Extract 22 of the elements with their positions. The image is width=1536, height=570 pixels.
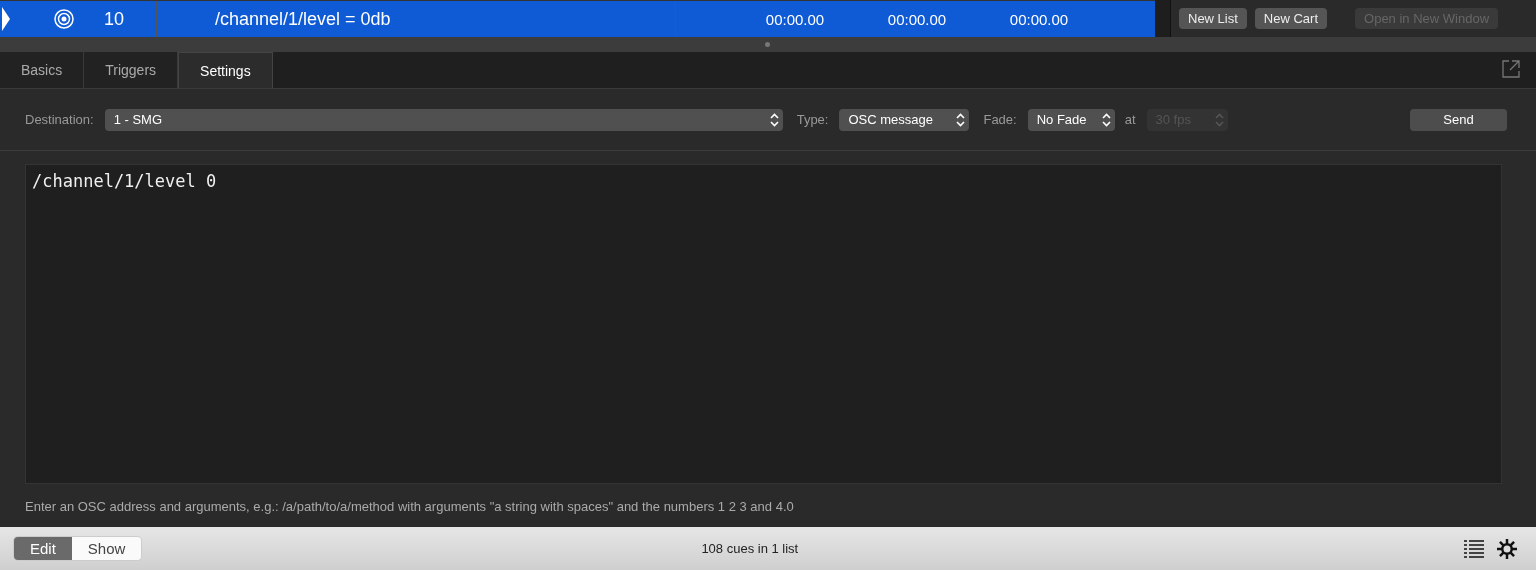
status-text: 108 cues in 1 list xyxy=(701,541,799,556)
field-label: at xyxy=(1124,112,1136,127)
mode-segment[interactable]: Edit xyxy=(14,537,72,560)
field-label: Type: xyxy=(796,112,829,127)
destination-select[interactable]: 1 - SMG xyxy=(104,108,783,131)
mode-segment[interactable]: Show xyxy=(71,537,142,560)
message-field[interactable]: /channel/1/level 0 xyxy=(25,164,1502,484)
cue-time: 00:00.00 xyxy=(764,10,826,28)
field-label: Fade: xyxy=(983,112,1017,127)
field-label: Destination: xyxy=(25,112,94,127)
new-list-button[interactable]: New Cart xyxy=(1254,8,1328,29)
cue-number: 10 xyxy=(103,8,125,30)
send-button[interactable]: Send xyxy=(1410,108,1507,131)
fade-select[interactable]: No Fade xyxy=(1027,108,1115,131)
cue-time: 00:00.00 xyxy=(886,10,948,28)
cue-time: 00:00.00 xyxy=(1008,10,1070,28)
new-list-button[interactable]: New List xyxy=(1179,8,1247,29)
cue-name: /channel/1/level = 0db xyxy=(214,8,392,30)
tab[interactable]: Settings xyxy=(178,52,273,88)
cue-row[interactable]: 10 /channel/1/level = 0db 00:00.00 00:00.00 00:00.00 xyxy=(0,0,1155,37)
hint-text: Enter an OSC address and arguments, e.g.: /a/path/to/a/method with arguments "a string with spaces" and the numbers 1 2 3 and 4.0 xyxy=(25,499,795,514)
type-select[interactable]: OSC message xyxy=(839,108,970,131)
